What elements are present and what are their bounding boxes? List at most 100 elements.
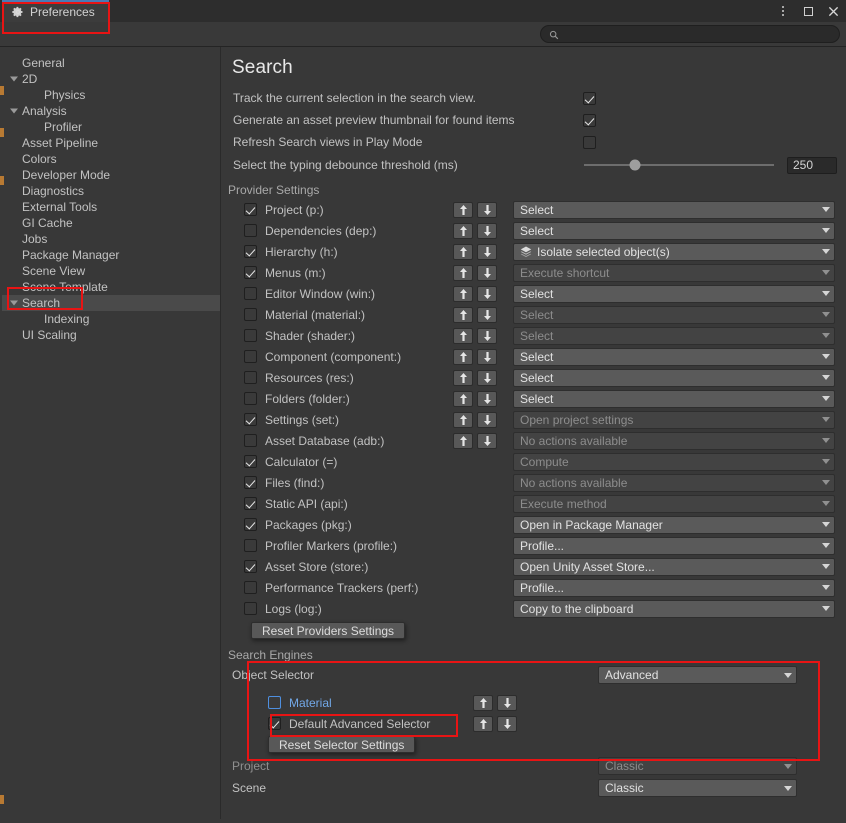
arrow-up-icon[interactable] bbox=[453, 327, 473, 344]
chevron-down-icon[interactable] bbox=[10, 300, 18, 306]
kebab-menu-icon[interactable] bbox=[776, 4, 790, 18]
object-selector-dropdown[interactable]: Advanced bbox=[598, 666, 797, 684]
arrow-down-icon[interactable] bbox=[477, 432, 497, 449]
sidebar-item-package-manager[interactable]: Package Manager bbox=[2, 247, 220, 263]
arrow-up-icon[interactable] bbox=[453, 222, 473, 239]
provider-checkbox[interactable] bbox=[244, 329, 257, 342]
debounce-value-field[interactable]: 250 bbox=[787, 156, 837, 174]
search-input[interactable] bbox=[564, 28, 831, 40]
arrow-up-icon[interactable] bbox=[473, 715, 493, 732]
provider-action-dropdown[interactable]: Copy to the clipboard bbox=[513, 599, 835, 618]
provider-checkbox[interactable] bbox=[244, 581, 257, 594]
arrow-up-icon[interactable] bbox=[453, 369, 473, 386]
reset-selector-settings-button[interactable]: Reset Selector Settings bbox=[268, 736, 416, 753]
scene-engine-dropdown[interactable]: Classic bbox=[598, 779, 797, 797]
provider-checkbox[interactable] bbox=[244, 224, 257, 237]
arrow-down-icon[interactable] bbox=[477, 201, 497, 218]
sidebar-item-gi-cache[interactable]: GI Cache bbox=[2, 215, 220, 231]
settings-sidebar[interactable]: General 2D Physics Analysis Profiler Asset Pi… bbox=[2, 47, 221, 819]
arrow-up-icon[interactable] bbox=[453, 201, 473, 218]
search-engine-checkbox[interactable] bbox=[268, 696, 281, 709]
arrow-down-icon[interactable] bbox=[497, 694, 517, 711]
sidebar-item-search[interactable]: Search bbox=[2, 295, 220, 311]
sidebar-item-general[interactable]: General bbox=[2, 55, 220, 71]
arrow-down-icon[interactable] bbox=[477, 222, 497, 239]
chevron-down-icon[interactable] bbox=[10, 108, 18, 114]
reset-providers-settings-button[interactable]: Reset Providers Settings bbox=[251, 622, 406, 639]
sidebar-item-scene-template[interactable]: Scene Template bbox=[2, 279, 220, 295]
provider-checkbox[interactable] bbox=[244, 392, 257, 405]
provider-action-dropdown[interactable]: Open Unity Asset Store... bbox=[513, 557, 835, 576]
option-checkbox[interactable] bbox=[583, 135, 596, 149]
arrow-down-icon[interactable] bbox=[477, 285, 497, 302]
provider-action-dropdown[interactable]: Select bbox=[513, 368, 835, 387]
search-engine-checkbox[interactable] bbox=[268, 717, 281, 730]
provider-checkbox[interactable] bbox=[244, 308, 257, 321]
provider-action-dropdown[interactable]: No actions available bbox=[513, 473, 835, 492]
arrow-up-icon[interactable] bbox=[453, 432, 473, 449]
sidebar-item-physics[interactable]: Physics bbox=[2, 87, 220, 103]
provider-checkbox[interactable] bbox=[244, 560, 257, 573]
provider-checkbox[interactable] bbox=[244, 371, 257, 384]
sidebar-item-ui-scaling[interactable]: UI Scaling bbox=[2, 327, 220, 343]
arrow-up-icon[interactable] bbox=[473, 694, 493, 711]
arrow-down-icon[interactable] bbox=[477, 306, 497, 323]
provider-action-dropdown[interactable]: Isolate selected object(s) bbox=[513, 242, 835, 261]
arrow-down-icon[interactable] bbox=[477, 348, 497, 365]
provider-action-dropdown[interactable]: Select bbox=[513, 326, 835, 345]
slider-thumb[interactable] bbox=[629, 159, 641, 171]
provider-action-dropdown[interactable]: Profile... bbox=[513, 536, 835, 555]
sidebar-item-asset-pipeline[interactable]: Asset Pipeline bbox=[2, 135, 220, 151]
provider-checkbox[interactable] bbox=[244, 266, 257, 279]
arrow-up-icon[interactable] bbox=[453, 243, 473, 260]
search-field[interactable] bbox=[540, 25, 840, 43]
project-engine-dropdown[interactable]: Classic bbox=[598, 757, 797, 775]
provider-action-dropdown[interactable]: Compute bbox=[513, 452, 835, 471]
arrow-up-icon[interactable] bbox=[453, 348, 473, 365]
provider-action-dropdown[interactable]: Select bbox=[513, 305, 835, 324]
sidebar-item-analysis[interactable]: Analysis bbox=[2, 103, 220, 119]
debounce-slider[interactable] bbox=[584, 156, 774, 174]
provider-action-dropdown[interactable]: Execute method bbox=[513, 494, 835, 513]
arrow-up-icon[interactable] bbox=[453, 411, 473, 428]
arrow-down-icon[interactable] bbox=[477, 390, 497, 407]
arrow-down-icon[interactable] bbox=[477, 411, 497, 428]
chevron-down-icon[interactable] bbox=[10, 76, 18, 82]
provider-checkbox[interactable] bbox=[244, 497, 257, 510]
provider-checkbox[interactable] bbox=[244, 602, 257, 615]
provider-checkbox[interactable] bbox=[244, 455, 257, 468]
provider-action-dropdown[interactable]: No actions available bbox=[513, 431, 835, 450]
provider-action-dropdown[interactable]: Profile... bbox=[513, 578, 835, 597]
provider-action-dropdown[interactable]: Open project settings bbox=[513, 410, 835, 429]
provider-action-dropdown[interactable]: Execute shortcut bbox=[513, 263, 835, 282]
sidebar-item-jobs[interactable]: Jobs bbox=[2, 231, 220, 247]
provider-checkbox[interactable] bbox=[244, 203, 257, 216]
provider-checkbox[interactable] bbox=[244, 350, 257, 363]
provider-checkbox[interactable] bbox=[244, 287, 257, 300]
provider-checkbox[interactable] bbox=[244, 518, 257, 531]
sidebar-item-developer-mode[interactable]: Developer Mode bbox=[2, 167, 220, 183]
maximize-icon[interactable] bbox=[801, 4, 815, 18]
provider-action-dropdown[interactable]: Select bbox=[513, 389, 835, 408]
sidebar-item-profiler[interactable]: Profiler bbox=[2, 119, 220, 135]
sidebar-item-2d[interactable]: 2D bbox=[2, 71, 220, 87]
option-checkbox[interactable] bbox=[583, 113, 596, 127]
arrow-down-icon[interactable] bbox=[477, 243, 497, 260]
arrow-up-icon[interactable] bbox=[453, 390, 473, 407]
provider-checkbox[interactable] bbox=[244, 539, 257, 552]
provider-action-dropdown[interactable]: Select bbox=[513, 347, 835, 366]
arrow-up-icon[interactable] bbox=[453, 306, 473, 323]
provider-checkbox[interactable] bbox=[244, 434, 257, 447]
provider-action-dropdown[interactable]: Select bbox=[513, 284, 835, 303]
sidebar-item-indexing[interactable]: Indexing bbox=[2, 311, 220, 327]
option-checkbox[interactable] bbox=[583, 91, 596, 105]
arrow-up-icon[interactable] bbox=[453, 264, 473, 281]
provider-action-dropdown[interactable]: Select bbox=[513, 221, 835, 240]
sidebar-item-external-tools[interactable]: External Tools bbox=[2, 199, 220, 215]
provider-action-dropdown[interactable]: Open in Package Manager bbox=[513, 515, 835, 534]
provider-checkbox[interactable] bbox=[244, 245, 257, 258]
sidebar-item-colors[interactable]: Colors bbox=[2, 151, 220, 167]
provider-checkbox[interactable] bbox=[244, 413, 257, 426]
arrow-down-icon[interactable] bbox=[477, 369, 497, 386]
sidebar-item-scene-view[interactable]: Scene View bbox=[2, 263, 220, 279]
